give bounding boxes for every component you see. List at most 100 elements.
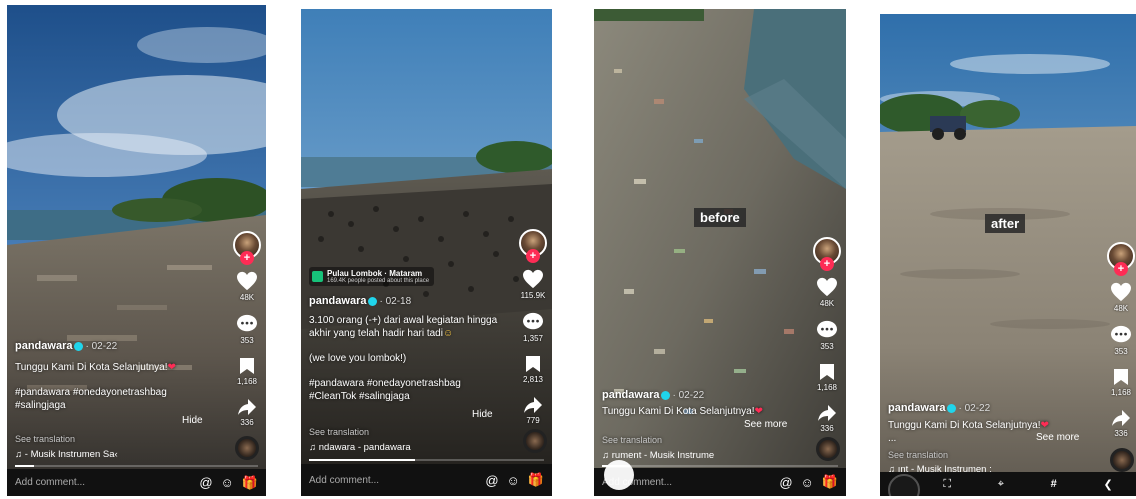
heart-emoji-icon: ❤: [167, 362, 176, 373]
comment-bar[interactable]: Add comment... @ ☺ 🎁: [301, 464, 552, 496]
music-disc-icon[interactable]: [816, 437, 840, 461]
bookmark-icon[interactable]: [819, 363, 835, 381]
scan-icon[interactable]: ⛶: [943, 478, 951, 491]
action-rail: + 48K 353 1,168 336: [812, 237, 842, 433]
music-disc-icon[interactable]: [235, 436, 259, 460]
smile-emoji-icon: ☺: [442, 328, 454, 339]
see-more-link[interactable]: See more: [1036, 432, 1079, 443]
hashtag-icon[interactable]: #: [1051, 478, 1057, 490]
comment-input[interactable]: Add comment...: [309, 475, 379, 486]
after-label: after: [985, 214, 1026, 233]
creator-avatar[interactable]: +: [519, 229, 547, 263]
like-count: 48K: [1113, 304, 1129, 313]
creator-avatar[interactable]: +: [813, 237, 841, 271]
comment-icon[interactable]: [1110, 325, 1132, 345]
creator-avatar[interactable]: +: [1107, 242, 1135, 276]
comment-input[interactable]: Add comment...: [15, 477, 85, 488]
video-progress[interactable]: [602, 465, 838, 467]
username[interactable]: pandawara: [15, 340, 72, 352]
follow-plus-icon[interactable]: +: [1114, 262, 1128, 276]
heart-emoji-icon: ❤: [754, 406, 763, 417]
music-disc-icon[interactable]: [1110, 448, 1134, 472]
video-frame-4[interactable]: after + 48K 353 1,168 336 pandawara · 02-…: [880, 14, 1136, 496]
hashtags-line[interactable]: #pandawara #onedayonetrashbag: [309, 377, 514, 390]
see-translation-link[interactable]: See translation: [888, 449, 948, 462]
see-translation-link[interactable]: See translation: [309, 426, 369, 439]
mention-icon[interactable]: @: [485, 473, 498, 488]
save-count: 1,168: [816, 383, 838, 392]
hashtags-line[interactable]: #salingjaga: [15, 399, 215, 412]
follow-plus-icon[interactable]: +: [526, 249, 540, 263]
crop-icon[interactable]: ⌖: [998, 478, 1004, 491]
gift-icon[interactable]: 🎁: [242, 475, 258, 491]
bookmark-icon[interactable]: [239, 357, 255, 375]
follow-plus-icon[interactable]: +: [240, 251, 254, 265]
gift-icon[interactable]: 🎁: [822, 474, 838, 490]
video-progress[interactable]: [309, 459, 544, 461]
heart-icon[interactable]: [236, 271, 258, 291]
bookmark-icon[interactable]: [525, 355, 541, 373]
emoji-icon[interactable]: ☺: [221, 475, 234, 490]
emoji-icon[interactable]: ☺: [507, 473, 520, 488]
comment-icon[interactable]: [522, 312, 544, 332]
music-disc-icon[interactable]: [523, 429, 547, 453]
crowd-scene-2: [301, 9, 552, 496]
share-icon[interactable]: [1111, 409, 1131, 427]
save-count: 1,168: [1110, 388, 1132, 397]
music-label[interactable]: ♫ rument - Musik Instrume: [602, 450, 752, 461]
share-count: 336: [820, 424, 834, 433]
comment-count: 353: [240, 336, 254, 345]
share-icon[interactable]: [817, 404, 837, 422]
see-more-link[interactable]: See more: [744, 419, 787, 430]
heart-icon[interactable]: [522, 269, 544, 289]
bookmark-icon[interactable]: [1113, 368, 1129, 386]
hashtags-line[interactable]: #pandawara #onedayonetrashbag: [15, 386, 215, 399]
comment-icon[interactable]: [236, 314, 258, 334]
creator-avatar[interactable]: +: [233, 231, 261, 265]
hide-button[interactable]: Hide: [472, 409, 493, 420]
mention-icon[interactable]: @: [199, 475, 212, 490]
location-tag[interactable]: Pulau Lombok · Mataram 169.4K people post…: [309, 267, 435, 286]
share-icon[interactable]: [237, 398, 257, 416]
mention-icon[interactable]: @: [779, 475, 792, 490]
caption-block: pandawara · 02-22 Tunggu Kami Di Kota Sel…: [15, 340, 215, 412]
video-progress[interactable]: [15, 465, 258, 467]
location-pin-icon: [312, 271, 323, 282]
before-label: before: [694, 208, 746, 227]
post-date: · 02-22: [672, 390, 705, 401]
follow-plus-icon[interactable]: +: [820, 257, 834, 271]
verified-icon: [947, 403, 957, 413]
share-icon[interactable]: [523, 396, 543, 414]
music-label[interactable]: ♫ ndawara - pandawara: [309, 442, 469, 453]
caption-text: Tunggu Kami Di Kota Selanjutnya!: [15, 362, 168, 373]
username[interactable]: pandawara: [309, 295, 366, 307]
video-frame-1[interactable]: + 48K 353 1,168 336 pandawara · 02-22 Tun…: [7, 5, 266, 496]
save-count: 2,813: [522, 375, 544, 384]
verified-icon: [368, 296, 378, 306]
hashtags-line[interactable]: #CleanTok #salingjaga: [309, 390, 514, 403]
comment-bar[interactable]: Add comment... @ ☺ 🎁: [7, 469, 266, 496]
see-translation-link[interactable]: See translation: [602, 434, 662, 447]
username[interactable]: pandawara: [888, 402, 945, 414]
heart-emoji-icon: ❤: [1040, 420, 1049, 431]
emoji-icon[interactable]: ☺: [801, 475, 814, 490]
trash-beach-scene-3: [594, 9, 846, 496]
heart-icon[interactable]: [1110, 282, 1132, 302]
caption-text: Tunggu Kami Di Kota Selanjutnya!: [602, 406, 755, 417]
share-count: 336: [1114, 429, 1128, 438]
gift-icon[interactable]: 🎁: [528, 472, 544, 488]
video-frame-2[interactable]: Pulau Lombok · Mataram 169.4K people post…: [301, 9, 552, 496]
location-subtitle: 169.4K people posted about this place: [327, 278, 430, 284]
caption-text: akhir yang telah hadir hari tadi☺: [309, 328, 454, 339]
see-translation-link[interactable]: See translation: [15, 433, 75, 446]
verified-icon: [661, 390, 671, 400]
video-frame-3[interactable]: before + 48K 353 1,168 336 pandawara · 02…: [594, 9, 846, 496]
music-label[interactable]: ♫ - Musik Instrumen Sa‹: [15, 449, 155, 460]
share-small-icon[interactable]: ❮: [1103, 478, 1112, 491]
hide-button[interactable]: Hide: [182, 415, 203, 426]
comment-icon[interactable]: [816, 320, 838, 340]
username[interactable]: pandawara: [602, 389, 659, 401]
comment-count: 353: [1114, 347, 1128, 356]
heart-icon[interactable]: [816, 277, 838, 297]
post-date: · 02-18: [379, 296, 412, 307]
